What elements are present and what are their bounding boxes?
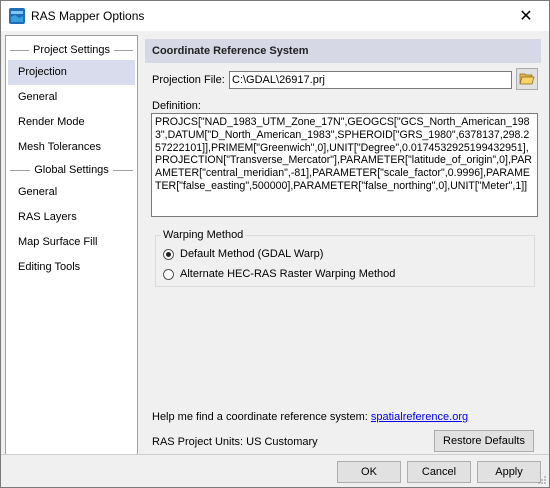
- nav-item-mesh-tolerances[interactable]: Mesh Tolerances: [8, 135, 135, 160]
- help-text: Help me find a coordinate reference syst…: [152, 411, 368, 423]
- title-bar[interactable]: RAS Mapper Options ✕: [1, 1, 549, 31]
- ok-button[interactable]: OK: [337, 461, 401, 483]
- panel-header: Coordinate Reference System: [145, 39, 541, 63]
- radio-alternate-method[interactable]: Alternate HEC-RAS Raster Warping Method: [163, 268, 395, 280]
- nav-item-projection[interactable]: Projection: [8, 60, 135, 85]
- project-settings-label: Project Settings: [32, 44, 111, 56]
- bottom-separator: [1, 454, 549, 455]
- restore-defaults-button[interactable]: Restore Defaults: [434, 430, 534, 452]
- warping-method-legend: Warping Method: [161, 229, 246, 241]
- radio-default-indicator[interactable]: [163, 248, 174, 260]
- resize-grip-icon[interactable]: [537, 475, 547, 485]
- projection-panel: Coordinate Reference System Projection F…: [145, 39, 543, 455]
- close-button[interactable]: ✕: [503, 1, 549, 31]
- window-title: RAS Mapper Options: [31, 9, 145, 23]
- cancel-button[interactable]: Cancel: [407, 461, 471, 483]
- apply-button[interactable]: Apply: [477, 461, 541, 483]
- ras-mapper-icon: [9, 8, 25, 24]
- radio-default-method[interactable]: Default Method (GDAL Warp): [163, 248, 323, 260]
- radio-alternate-label: Alternate HEC-RAS Raster Warping Method: [180, 268, 396, 280]
- nav-item-map-surface-fill[interactable]: Map Surface Fill: [8, 230, 135, 255]
- global-settings-header: Global Settings: [6, 160, 137, 180]
- project-units-text: RAS Project Units: US Customary: [152, 436, 318, 448]
- warping-method-group: Warping Method Default Method (GDAL Warp…: [155, 229, 535, 287]
- radio-alternate-indicator[interactable]: [163, 268, 174, 280]
- options-dialog: RAS Mapper Options ✕ Project Settings Pr…: [0, 0, 550, 488]
- definition-label: Definition:: [152, 100, 201, 112]
- definition-textbox[interactable]: PROJCS["NAD_1983_UTM_Zone_17N",GEOGCS["G…: [151, 113, 538, 217]
- radio-default-label: Default Method (GDAL Warp): [180, 248, 324, 260]
- help-row: Help me find a coordinate reference syst…: [152, 411, 468, 423]
- folder-open-icon: [519, 73, 535, 85]
- projection-file-input[interactable]: C:\GDAL\26917.prj: [229, 71, 512, 89]
- dialog-body: Project Settings Projection General Rend…: [1, 31, 549, 487]
- spatialreference-link[interactable]: spatialreference.org: [371, 411, 468, 423]
- projection-file-label: Projection File:: [152, 74, 225, 86]
- project-settings-header: Project Settings: [6, 40, 137, 60]
- nav-item-ras-layers[interactable]: RAS Layers: [8, 205, 135, 230]
- nav-item-render-mode[interactable]: Render Mode: [8, 110, 135, 135]
- options-nav: Project Settings Projection General Rend…: [5, 35, 138, 455]
- global-settings-label: Global Settings: [34, 164, 109, 176]
- browse-button[interactable]: [516, 68, 538, 90]
- nav-item-general-project[interactable]: General: [8, 85, 135, 110]
- nav-item-editing-tools[interactable]: Editing Tools: [8, 255, 135, 280]
- nav-item-general-global[interactable]: General: [8, 180, 135, 205]
